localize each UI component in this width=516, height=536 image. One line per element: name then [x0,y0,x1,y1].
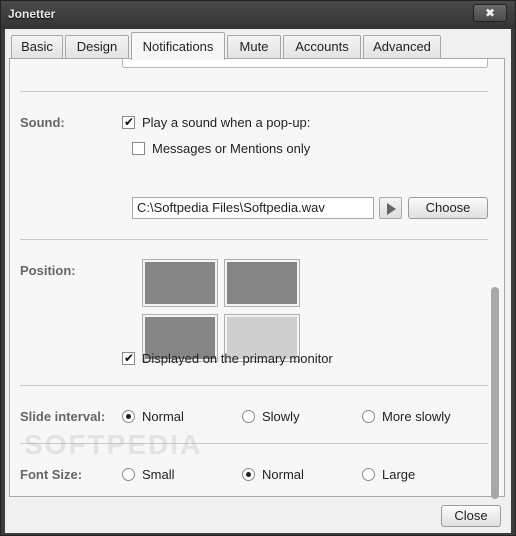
client-area: Basic Design Notifications Mute Accounts… [5,29,511,533]
play-sound-button[interactable] [379,197,402,219]
position-top-left[interactable] [142,259,218,307]
font-large-radio[interactable] [362,468,375,481]
tab-basic[interactable]: Basic [11,35,63,59]
divider [20,385,488,386]
messages-only-label: Messages or Mentions only [152,141,311,156]
slide-more-slowly-radio[interactable] [362,410,375,423]
font-large-label: Large [382,467,416,482]
font-small-radio[interactable] [122,468,135,481]
window-title: Jonetter [8,7,56,21]
softpedia-watermark: SOFTPEDIA [24,429,203,460]
primary-monitor-label: Displayed on the primary monitor [142,351,333,366]
close-button[interactable]: Close [441,505,501,527]
tab-mute[interactable]: Mute [227,35,281,59]
title-bar[interactable]: Jonetter ✖ [1,1,515,29]
font-small-label: Small [142,467,175,482]
app-window: Jonetter ✖ Basic Design Notifications Mu… [0,0,516,536]
divider [20,239,488,240]
sound-label: Sound: [20,115,65,130]
font-size-label: Font Size: [20,467,83,482]
check-icon: ✔ [124,115,135,129]
tab-accounts[interactable]: Accounts [283,35,361,59]
primary-monitor-checkbox[interactable]: ✔ [122,351,135,365]
position-label: Position: [20,263,76,278]
tab-advanced[interactable]: Advanced [363,35,441,59]
sound-file-input[interactable]: C:\Softpedia Files\Softpedia.wav [132,197,374,219]
slide-normal-radio[interactable] [122,410,135,423]
tab-notifications[interactable]: Notifications [131,32,225,60]
slide-more-slowly-label: More slowly [382,409,451,424]
play-icon [387,203,396,215]
radio-selected-dot [126,414,131,419]
window-close-button[interactable]: ✖ [473,4,507,22]
radio-selected-dot [246,472,251,477]
tab-bar: Basic Design Notifications Mute Accounts… [9,32,507,60]
slide-normal-label: Normal [142,409,184,424]
play-sound-checkbox[interactable]: ✔ [122,115,135,129]
divider [20,91,488,92]
play-sound-label: Play a sound when a pop-up: [142,115,311,130]
position-cell-fill [145,262,215,304]
font-normal-radio[interactable] [242,468,255,481]
slide-interval-label: Slide interval: [20,409,106,424]
position-top-right[interactable] [224,259,300,307]
slide-slowly-radio[interactable] [242,410,255,423]
font-normal-label: Normal [262,467,304,482]
tab-design[interactable]: Design [65,35,129,59]
vertical-scrollbar[interactable] [491,287,499,499]
slide-slowly-label: Slowly [262,409,300,424]
messages-only-checkbox[interactable] [132,142,145,155]
position-cell-fill [227,262,297,304]
choose-button[interactable]: Choose [408,197,488,219]
notifications-panel: Sound: ✔ Play a sound when a pop-up: Mes… [9,59,505,497]
check-icon: ✔ [124,351,135,365]
